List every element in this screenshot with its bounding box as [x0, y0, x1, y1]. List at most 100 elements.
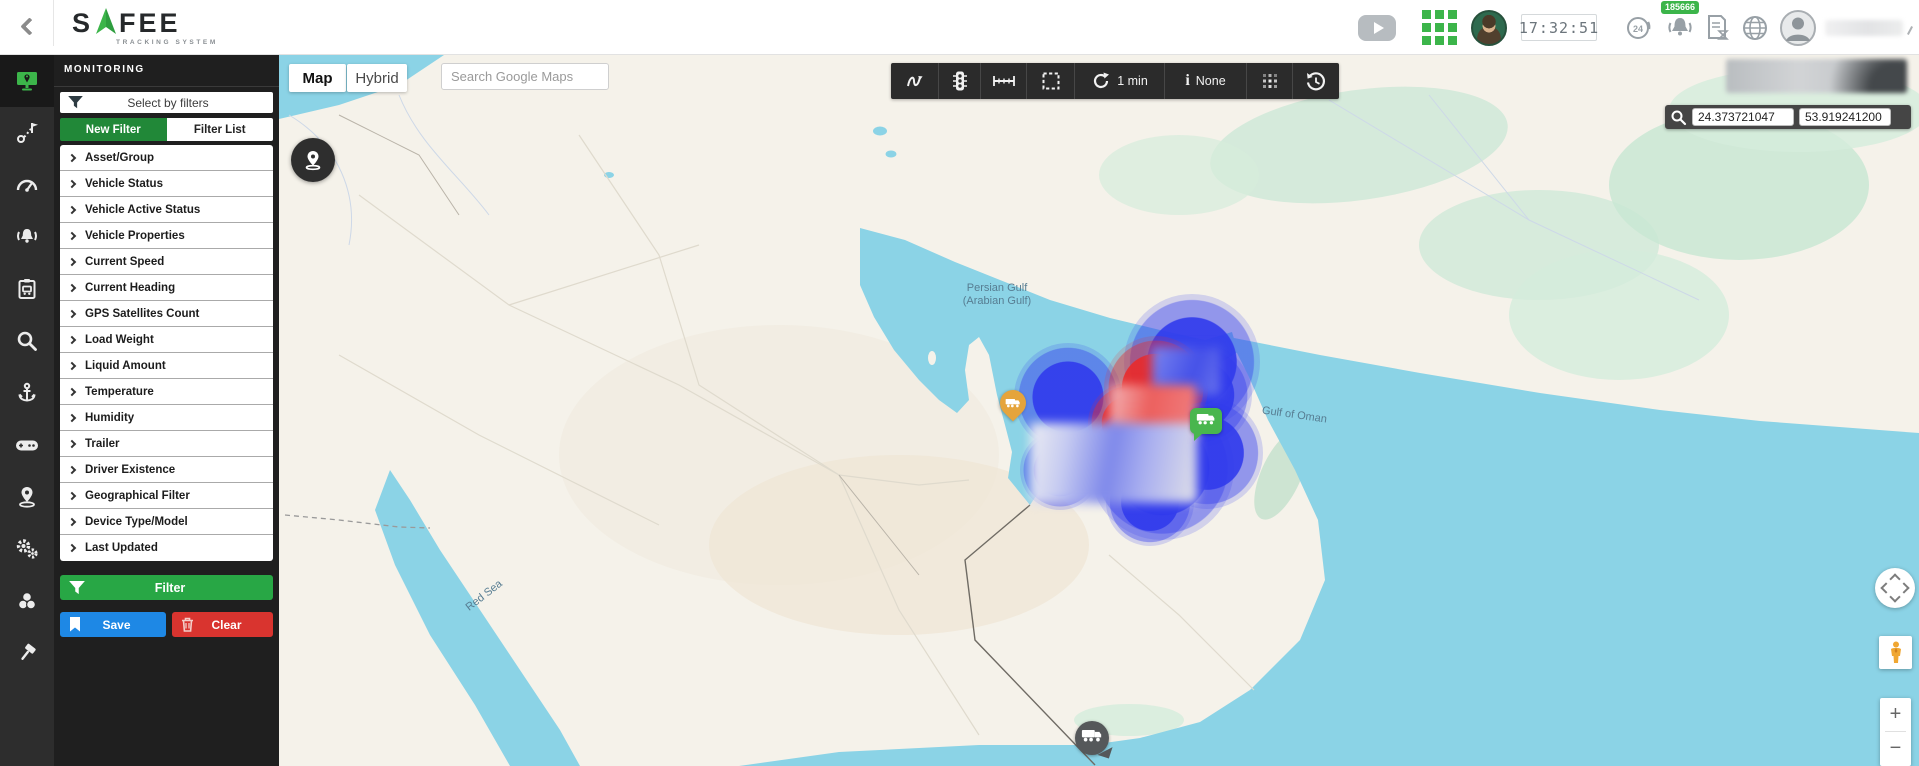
map-canvas[interactable]: Persian Gulf (Arabian Gulf) Gulf of Oman…	[279, 55, 1919, 766]
rail-item-devices[interactable]	[0, 419, 54, 471]
filter-label: Device Type/Model	[85, 516, 188, 528]
apps-grid-icon[interactable]	[1422, 10, 1457, 45]
google-maps-search-input[interactable]	[441, 63, 609, 90]
bookmark-icon	[69, 617, 81, 632]
filter-row[interactable]: Current Speed	[60, 249, 273, 275]
chevron-right-icon	[68, 153, 76, 161]
bell-sound-icon	[15, 225, 39, 249]
traffic-toggle[interactable]	[939, 63, 981, 99]
filter-row[interactable]: Last Updated	[60, 535, 273, 561]
search-icon	[15, 329, 39, 353]
back-button[interactable]	[16, 16, 40, 40]
street-view-pegman[interactable]	[1879, 636, 1912, 669]
pegman-icon	[1888, 641, 1904, 665]
rail-item-vehicle-reports[interactable]	[0, 263, 54, 315]
logo-prefix: S	[72, 10, 93, 36]
rail-item-dashboard[interactable]	[0, 159, 54, 211]
longitude-input[interactable]	[1799, 108, 1891, 126]
map-type-hybrid-button[interactable]: Hybrid	[347, 64, 407, 92]
measure-distance-tool[interactable]	[981, 63, 1027, 99]
select-by-filters-dropdown[interactable]: Select by filters	[60, 92, 273, 113]
filter-row[interactable]: Liquid Amount	[60, 353, 273, 379]
filter-row[interactable]: Current Heading	[60, 275, 273, 301]
apply-filter-label: Filter	[85, 581, 255, 595]
filter-row[interactable]: Driver Existence	[60, 457, 273, 483]
apply-filter-button[interactable]: Filter	[60, 575, 273, 600]
filter-row[interactable]: Device Type/Model	[60, 509, 273, 535]
filter-row[interactable]: Vehicle Status	[60, 171, 273, 197]
label-arabian-gulf: (Arabian Gulf)	[963, 295, 1031, 307]
map-pan-control[interactable]	[1875, 568, 1915, 608]
rail-item-alerts[interactable]	[0, 211, 54, 263]
chevron-right-icon	[68, 335, 76, 343]
ruler-icon	[992, 72, 1016, 90]
account-silhouette-icon[interactable]	[1779, 9, 1817, 47]
caret-icon	[1907, 26, 1913, 35]
filter-row[interactable]: Load Weight	[60, 327, 273, 353]
zoom-out-button[interactable]: −	[1880, 732, 1911, 765]
history-playback-button[interactable]	[1293, 63, 1339, 99]
clear-filter-button[interactable]: Clear	[172, 612, 273, 637]
map-type-map-button[interactable]: Map	[289, 64, 346, 92]
show-routes-toggle[interactable]	[891, 63, 939, 99]
reports-document-icon[interactable]	[1705, 14, 1731, 42]
filter-label: Temperature	[85, 386, 154, 398]
left-icon-rail	[0, 55, 54, 766]
notifications-bell-icon[interactable]: 185666	[1665, 13, 1695, 43]
coordinate-search-bar	[1665, 105, 1911, 129]
username-redacted	[1825, 20, 1903, 36]
filter-row[interactable]: Vehicle Properties	[60, 223, 273, 249]
filter-row[interactable]: Trailer	[60, 431, 273, 457]
user-avatar[interactable]	[1471, 10, 1507, 46]
cluster-display-toggle[interactable]	[1247, 63, 1293, 99]
rail-item-settings[interactable]	[0, 523, 54, 575]
filter-row[interactable]: GPS Satellites Count	[60, 301, 273, 327]
filter-row[interactable]: Geographical Filter	[60, 483, 273, 509]
notifications-badge: 185666	[1661, 1, 1699, 14]
rail-item-maintenance[interactable]	[0, 627, 54, 679]
latitude-input[interactable]	[1692, 108, 1794, 126]
rail-item-locations[interactable]	[0, 471, 54, 523]
refresh-interval-control[interactable]: 1 min	[1075, 63, 1165, 99]
zoom-in-button[interactable]: +	[1880, 698, 1911, 731]
device-capsule-icon	[14, 433, 40, 457]
top-bar: S FEE TRACKING SYSTEM 17:32:51 24 185666	[0, 0, 1919, 55]
rail-item-search[interactable]	[0, 315, 54, 367]
chevron-right-icon	[68, 361, 76, 369]
divider	[53, 0, 54, 46]
traffic-light-icon	[951, 70, 969, 92]
video-tutorial-button[interactable]	[1358, 15, 1396, 41]
vehicle-marker-amber[interactable]	[1000, 390, 1026, 416]
geolocate-button[interactable]	[291, 138, 335, 182]
tab-new-filter[interactable]: New Filter	[60, 118, 167, 141]
pan-left-icon	[1880, 582, 1891, 593]
search-icon[interactable]	[1670, 109, 1687, 126]
redacted-cluster-patch	[1030, 423, 1197, 503]
save-filter-button[interactable]: Save	[60, 612, 166, 637]
location-pin-icon	[301, 148, 325, 172]
vehicle-marker-green[interactable]	[1190, 408, 1222, 434]
select-region-tool[interactable]	[1027, 63, 1075, 99]
rail-item-routes[interactable]	[0, 107, 54, 159]
filter-row[interactable]: Humidity	[60, 405, 273, 431]
monitor-pin-icon	[15, 69, 39, 93]
logo-suffix: FEE	[119, 10, 181, 36]
select-by-filters-label: Select by filters	[83, 96, 253, 110]
rail-item-marine[interactable]	[0, 367, 54, 419]
filter-row[interactable]: Asset/Group	[60, 145, 273, 171]
vehicle-marker-gray[interactable]	[1075, 721, 1109, 755]
filter-row[interactable]: Vehicle Active Status	[60, 197, 273, 223]
filter-row[interactable]: Temperature	[60, 379, 273, 405]
info-mode-control[interactable]: i None	[1165, 63, 1247, 99]
filter-category-list: Asset/Group Vehicle Status Vehicle Activ…	[60, 145, 273, 561]
rail-item-monitoring[interactable]	[0, 55, 54, 107]
info-mode-label: None	[1196, 74, 1226, 88]
chevron-left-icon	[20, 17, 38, 35]
chevron-right-icon	[68, 439, 76, 447]
support-24h-icon[interactable]: 24	[1623, 13, 1653, 43]
gears-icon	[14, 537, 40, 561]
info-icon: i	[1185, 72, 1189, 90]
rail-item-groups[interactable]	[0, 575, 54, 627]
globe-language-icon[interactable]	[1741, 14, 1769, 42]
tab-filter-list[interactable]: Filter List	[167, 118, 274, 141]
